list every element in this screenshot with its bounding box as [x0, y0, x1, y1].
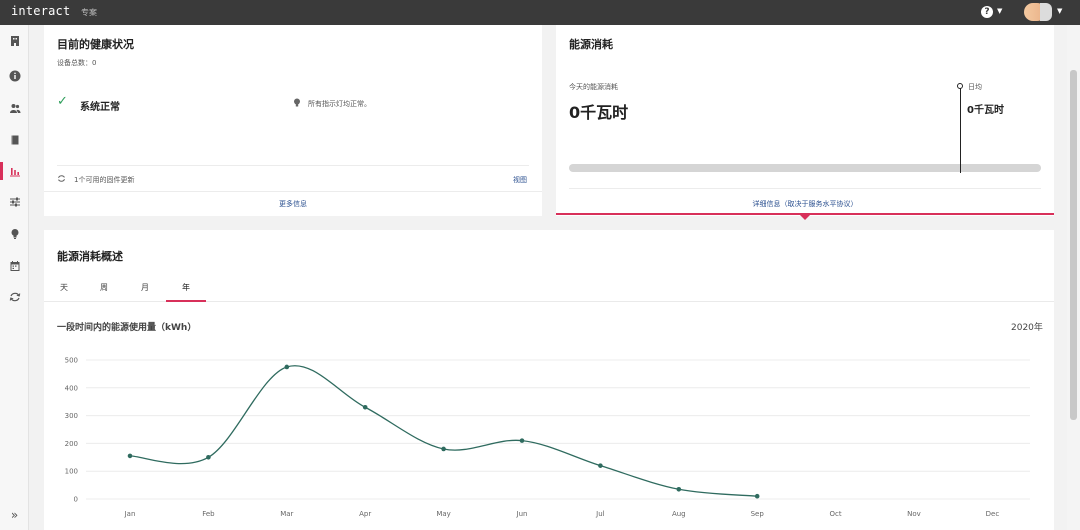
- chevron-down-icon[interactable]: ▼: [1057, 7, 1062, 15]
- data-point: [676, 486, 682, 492]
- device-total: 设备总数：0: [57, 59, 97, 67]
- book-icon: [11, 135, 18, 145]
- x-tick-label: Feb: [202, 510, 215, 518]
- check-icon: ✓: [57, 94, 68, 109]
- x-tick-label: Jan: [124, 510, 136, 518]
- sidebar-item-docs[interactable]: [0, 129, 29, 151]
- daily-avg-value: 0千瓦时: [967, 105, 1004, 116]
- indicator-status: 所有指示灯均正常。: [308, 100, 371, 108]
- daily-avg-marker-dot: [957, 83, 963, 89]
- y-tick-label: 200: [65, 440, 78, 448]
- tab-year[interactable]: 年: [166, 280, 206, 302]
- overview-card: 能源消耗概述 天 周 月 年 一段时间内的能源使用量（kWh） 2020年 0 1…: [44, 230, 1054, 530]
- sidebar-expand-button[interactable]: »: [0, 505, 29, 525]
- data-point: [284, 364, 290, 370]
- health-card: 目前的健康状况 设备总数：0 ✓ 系统正常 所有指示灯均正常。 1个可用的固件更…: [44, 25, 542, 216]
- y-tick-label: 100: [65, 468, 78, 476]
- divider: [569, 188, 1041, 189]
- period-tabs: 天 周 月 年: [44, 280, 1054, 302]
- chevron-down-icon[interactable]: ▼: [997, 7, 1002, 15]
- view-link[interactable]: 视图: [513, 175, 527, 185]
- firmware-update: 1个可用的固件更新: [74, 176, 135, 184]
- app-brand[interactable]: interact: [11, 4, 70, 18]
- x-tick-label: Apr: [359, 510, 371, 518]
- x-tick-label: Mar: [280, 510, 293, 518]
- y-tick-label: 500: [65, 357, 78, 365]
- selected-caret: [800, 215, 810, 220]
- info-icon: [9, 70, 20, 82]
- sidebar-item-users[interactable]: [0, 97, 29, 119]
- sidebar-item-energy[interactable]: [0, 160, 29, 182]
- today-label: 今天的能源消耗: [569, 83, 618, 91]
- divider: [44, 191, 542, 192]
- overview-title: 能源消耗概述: [57, 250, 123, 263]
- data-point: [441, 446, 446, 452]
- x-tick-label: Oct: [830, 510, 842, 518]
- help-icon[interactable]: ?: [981, 6, 993, 18]
- y-tick-label: 400: [65, 384, 78, 392]
- more-info-link[interactable]: 更多信息: [44, 199, 542, 209]
- data-point: [362, 404, 368, 410]
- data-point: [127, 453, 133, 459]
- consumption-bar: [569, 164, 1041, 172]
- sliders-icon: [9, 197, 20, 207]
- sidebar-item-sync[interactable]: [0, 286, 29, 308]
- bar-chart-icon: [9, 168, 20, 177]
- x-tick-label: May: [436, 510, 450, 518]
- daily-avg-marker: [960, 87, 961, 173]
- project-badge: 专案: [81, 8, 97, 17]
- tab-week[interactable]: 周: [84, 280, 124, 302]
- sidebar: »: [0, 25, 29, 530]
- sidebar-item-buildings[interactable]: [0, 30, 29, 52]
- x-tick-label: Dec: [986, 510, 1000, 518]
- energy-title: 能源消耗: [569, 38, 613, 51]
- energy-card: 能源消耗 今天的能源消耗 0千瓦时 日均 0千瓦时 详细信息（取决于服务水平协议…: [556, 25, 1054, 220]
- divider: [57, 165, 529, 166]
- refresh-icon: [9, 292, 20, 302]
- chart-year: 2020年: [1011, 323, 1043, 333]
- lightbulb-icon: [11, 229, 18, 239]
- today-value: 0千瓦时: [569, 103, 629, 122]
- tab-day[interactable]: 天: [44, 280, 84, 302]
- sidebar-item-controls[interactable]: [0, 191, 29, 213]
- x-tick-label: Aug: [672, 510, 686, 518]
- x-tick-label: Jul: [595, 510, 605, 518]
- y-tick-label: 0: [74, 496, 78, 504]
- y-tick-label: 300: [65, 412, 78, 420]
- system-status: 系统正常: [80, 102, 120, 113]
- scrollbar-thumb[interactable]: [1070, 70, 1077, 420]
- health-title: 目前的健康状况: [57, 38, 134, 51]
- data-point: [206, 455, 211, 460]
- users-icon: [9, 104, 20, 113]
- x-tick-label: Jun: [516, 510, 528, 518]
- series-line: [129, 365, 758, 497]
- scrollbar[interactable]: [1067, 25, 1080, 530]
- building-icon: [10, 36, 19, 46]
- chart-heading: 一段时间内的能源使用量（kWh）: [57, 323, 197, 333]
- lightbulb-icon: [294, 98, 300, 107]
- sidebar-item-info[interactable]: [0, 65, 29, 87]
- x-tick-label: Nov: [907, 510, 921, 518]
- x-tick-label: Sep: [751, 510, 765, 518]
- tab-month[interactable]: 月: [124, 280, 166, 302]
- data-point: [519, 438, 525, 443]
- sidebar-item-lighting[interactable]: [0, 223, 29, 245]
- calendar-icon: [10, 261, 19, 271]
- user-name-blurred[interactable]: [1040, 3, 1052, 21]
- data-point: [754, 493, 760, 499]
- data-point: [598, 463, 603, 468]
- details-link[interactable]: 详细信息（取决于服务水平协议）: [556, 199, 1054, 209]
- sidebar-item-schedule[interactable]: [0, 255, 29, 277]
- refresh-icon: [58, 175, 65, 182]
- energy-line-chart: 0 100 200 300 400 500 Jan Feb Mar Apr May Jun Jul Aug…: [65, 357, 1030, 518]
- top-bar: interact 专案 ? ▼ ▼: [0, 0, 1080, 25]
- daily-avg-label: 日均: [968, 83, 982, 91]
